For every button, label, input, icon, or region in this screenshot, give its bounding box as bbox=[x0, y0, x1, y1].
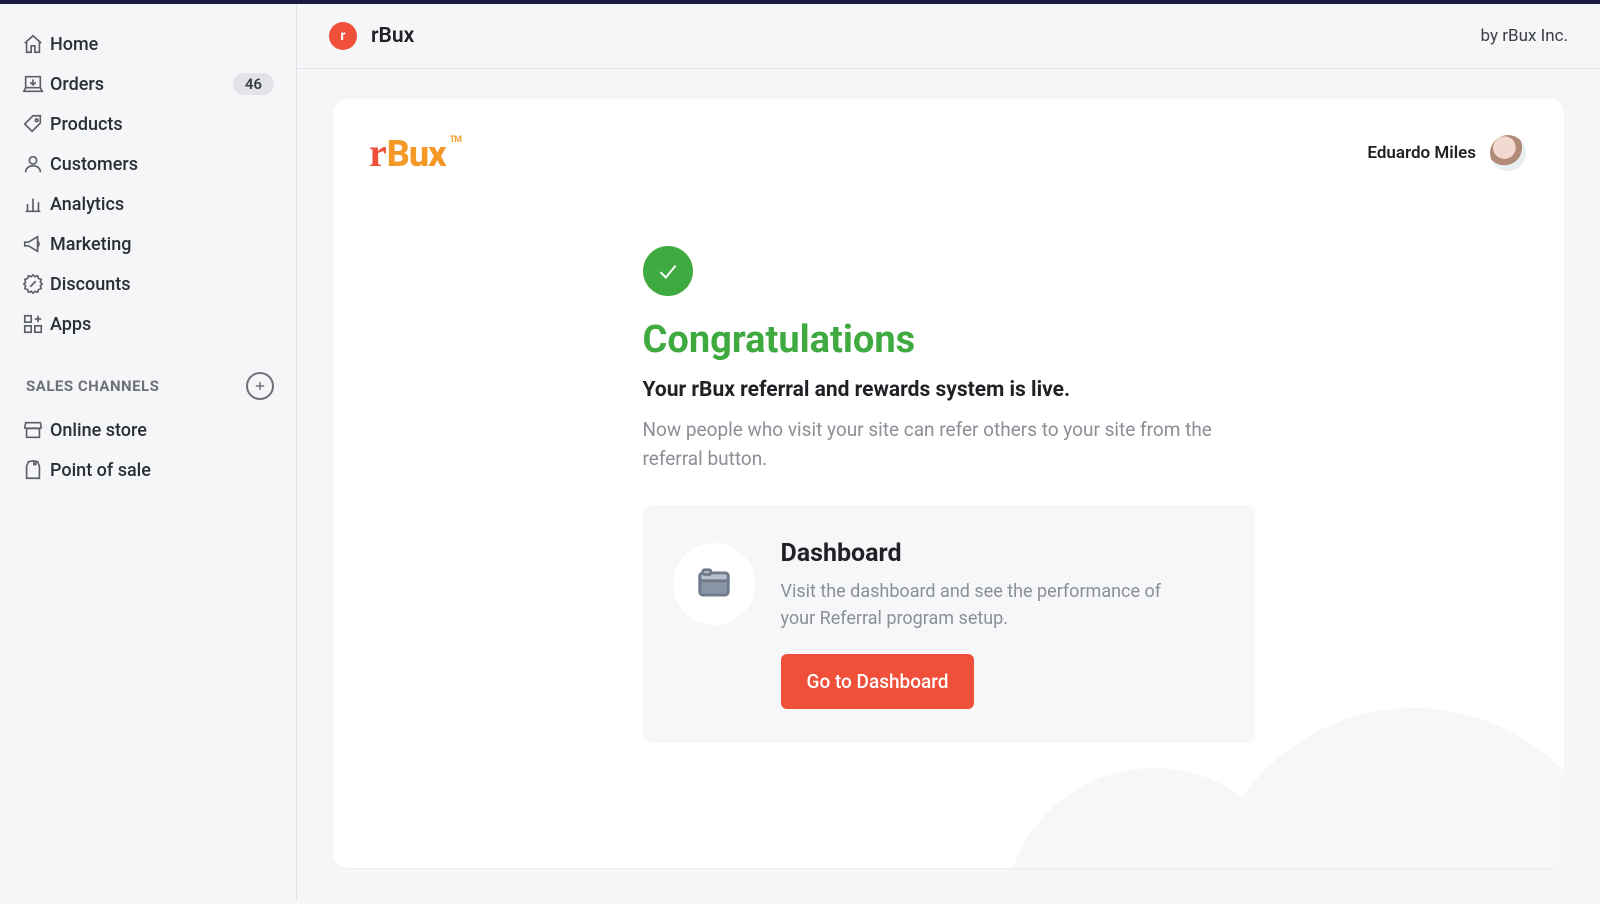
orders-badge: 46 bbox=[233, 73, 274, 95]
discounts-icon bbox=[22, 272, 50, 296]
main-card: r Bux TM Eduardo Miles Congratulations Y… bbox=[333, 99, 1564, 868]
marketing-icon bbox=[22, 232, 50, 256]
app-title: rBux bbox=[371, 24, 414, 48]
main-area: r rBux by rBux Inc. r Bux TM Eduardo Mil… bbox=[297, 4, 1600, 900]
sidebar-item-home[interactable]: Home bbox=[0, 24, 296, 64]
online-store-icon bbox=[22, 418, 50, 442]
home-icon bbox=[22, 32, 50, 56]
sidebar-channel-label: Online store bbox=[50, 420, 274, 441]
sidebar-item-orders[interactable]: Orders 46 bbox=[0, 64, 296, 104]
products-icon bbox=[22, 112, 50, 136]
logo-r: r bbox=[369, 129, 386, 176]
sidebar-item-products[interactable]: Products bbox=[0, 104, 296, 144]
topbar: r rBux by rBux Inc. bbox=[297, 4, 1600, 69]
dashboard-icon bbox=[673, 543, 755, 625]
customers-icon bbox=[22, 152, 50, 176]
app-icon: r bbox=[329, 22, 357, 50]
success-block: Congratulations Your rBux referral and r… bbox=[643, 246, 1255, 743]
check-icon bbox=[643, 246, 693, 296]
sidebar-item-apps[interactable]: Apps bbox=[0, 304, 296, 344]
sidebar-channel-online-store[interactable]: Online store bbox=[0, 410, 296, 450]
sidebar-item-label: Orders bbox=[50, 74, 233, 95]
analytics-icon bbox=[22, 192, 50, 216]
sidebar-item-discounts[interactable]: Discounts bbox=[0, 264, 296, 304]
dashboard-title: Dashboard bbox=[781, 539, 1181, 568]
user-name: Eduardo Miles bbox=[1367, 143, 1476, 163]
success-description: Now people who visit your site can refer… bbox=[643, 416, 1255, 473]
sidebar-item-label: Marketing bbox=[50, 234, 274, 255]
sidebar-channel-point-of-sale[interactable]: Point of sale bbox=[0, 450, 296, 490]
sidebar-item-label: Apps bbox=[50, 314, 274, 335]
dashboard-description: Visit the dashboard and see the performa… bbox=[781, 578, 1181, 632]
logo-bux: Bux bbox=[387, 133, 446, 175]
sidebar-item-marketing[interactable]: Marketing bbox=[0, 224, 296, 264]
go-to-dashboard-button[interactable]: Go to Dashboard bbox=[781, 654, 975, 709]
sidebar: Home Orders 46 Products Customers Anal bbox=[0, 4, 297, 900]
dashboard-card-content: Dashboard Visit the dashboard and see th… bbox=[781, 539, 1181, 709]
sidebar-item-label: Analytics bbox=[50, 194, 274, 215]
sidebar-item-analytics[interactable]: Analytics bbox=[0, 184, 296, 224]
sidebar-channel-label: Point of sale bbox=[50, 460, 274, 481]
card-header: r Bux TM Eduardo Miles bbox=[333, 99, 1564, 186]
plus-icon bbox=[253, 379, 267, 393]
app-author: by rBux Inc. bbox=[1481, 26, 1568, 46]
sidebar-item-customers[interactable]: Customers bbox=[0, 144, 296, 184]
success-subtitle: Your rBux referral and rewards system is… bbox=[643, 378, 1255, 402]
dashboard-card: Dashboard Visit the dashboard and see th… bbox=[643, 505, 1255, 743]
avatar bbox=[1490, 135, 1526, 171]
content-wrap: r Bux TM Eduardo Miles Congratulations Y… bbox=[297, 69, 1600, 900]
add-channel-button[interactable] bbox=[246, 372, 274, 400]
sidebar-item-label: Customers bbox=[50, 154, 274, 175]
logo-tm: TM bbox=[450, 135, 461, 145]
sales-channels-header: SALES CHANNELS bbox=[0, 344, 296, 410]
apps-icon bbox=[22, 312, 50, 336]
sidebar-item-label: Products bbox=[50, 114, 274, 135]
decorative-cloud bbox=[1204, 708, 1564, 868]
congrats-heading: Congratulations bbox=[643, 318, 1255, 362]
user-chip[interactable]: Eduardo Miles bbox=[1367, 135, 1526, 171]
sidebar-item-label: Home bbox=[50, 34, 274, 55]
rbux-logo: r Bux TM bbox=[369, 129, 461, 176]
sidebar-item-label: Discounts bbox=[50, 274, 274, 295]
point-of-sale-icon bbox=[22, 458, 50, 482]
orders-icon bbox=[22, 72, 50, 96]
sales-channels-label: SALES CHANNELS bbox=[26, 377, 159, 395]
